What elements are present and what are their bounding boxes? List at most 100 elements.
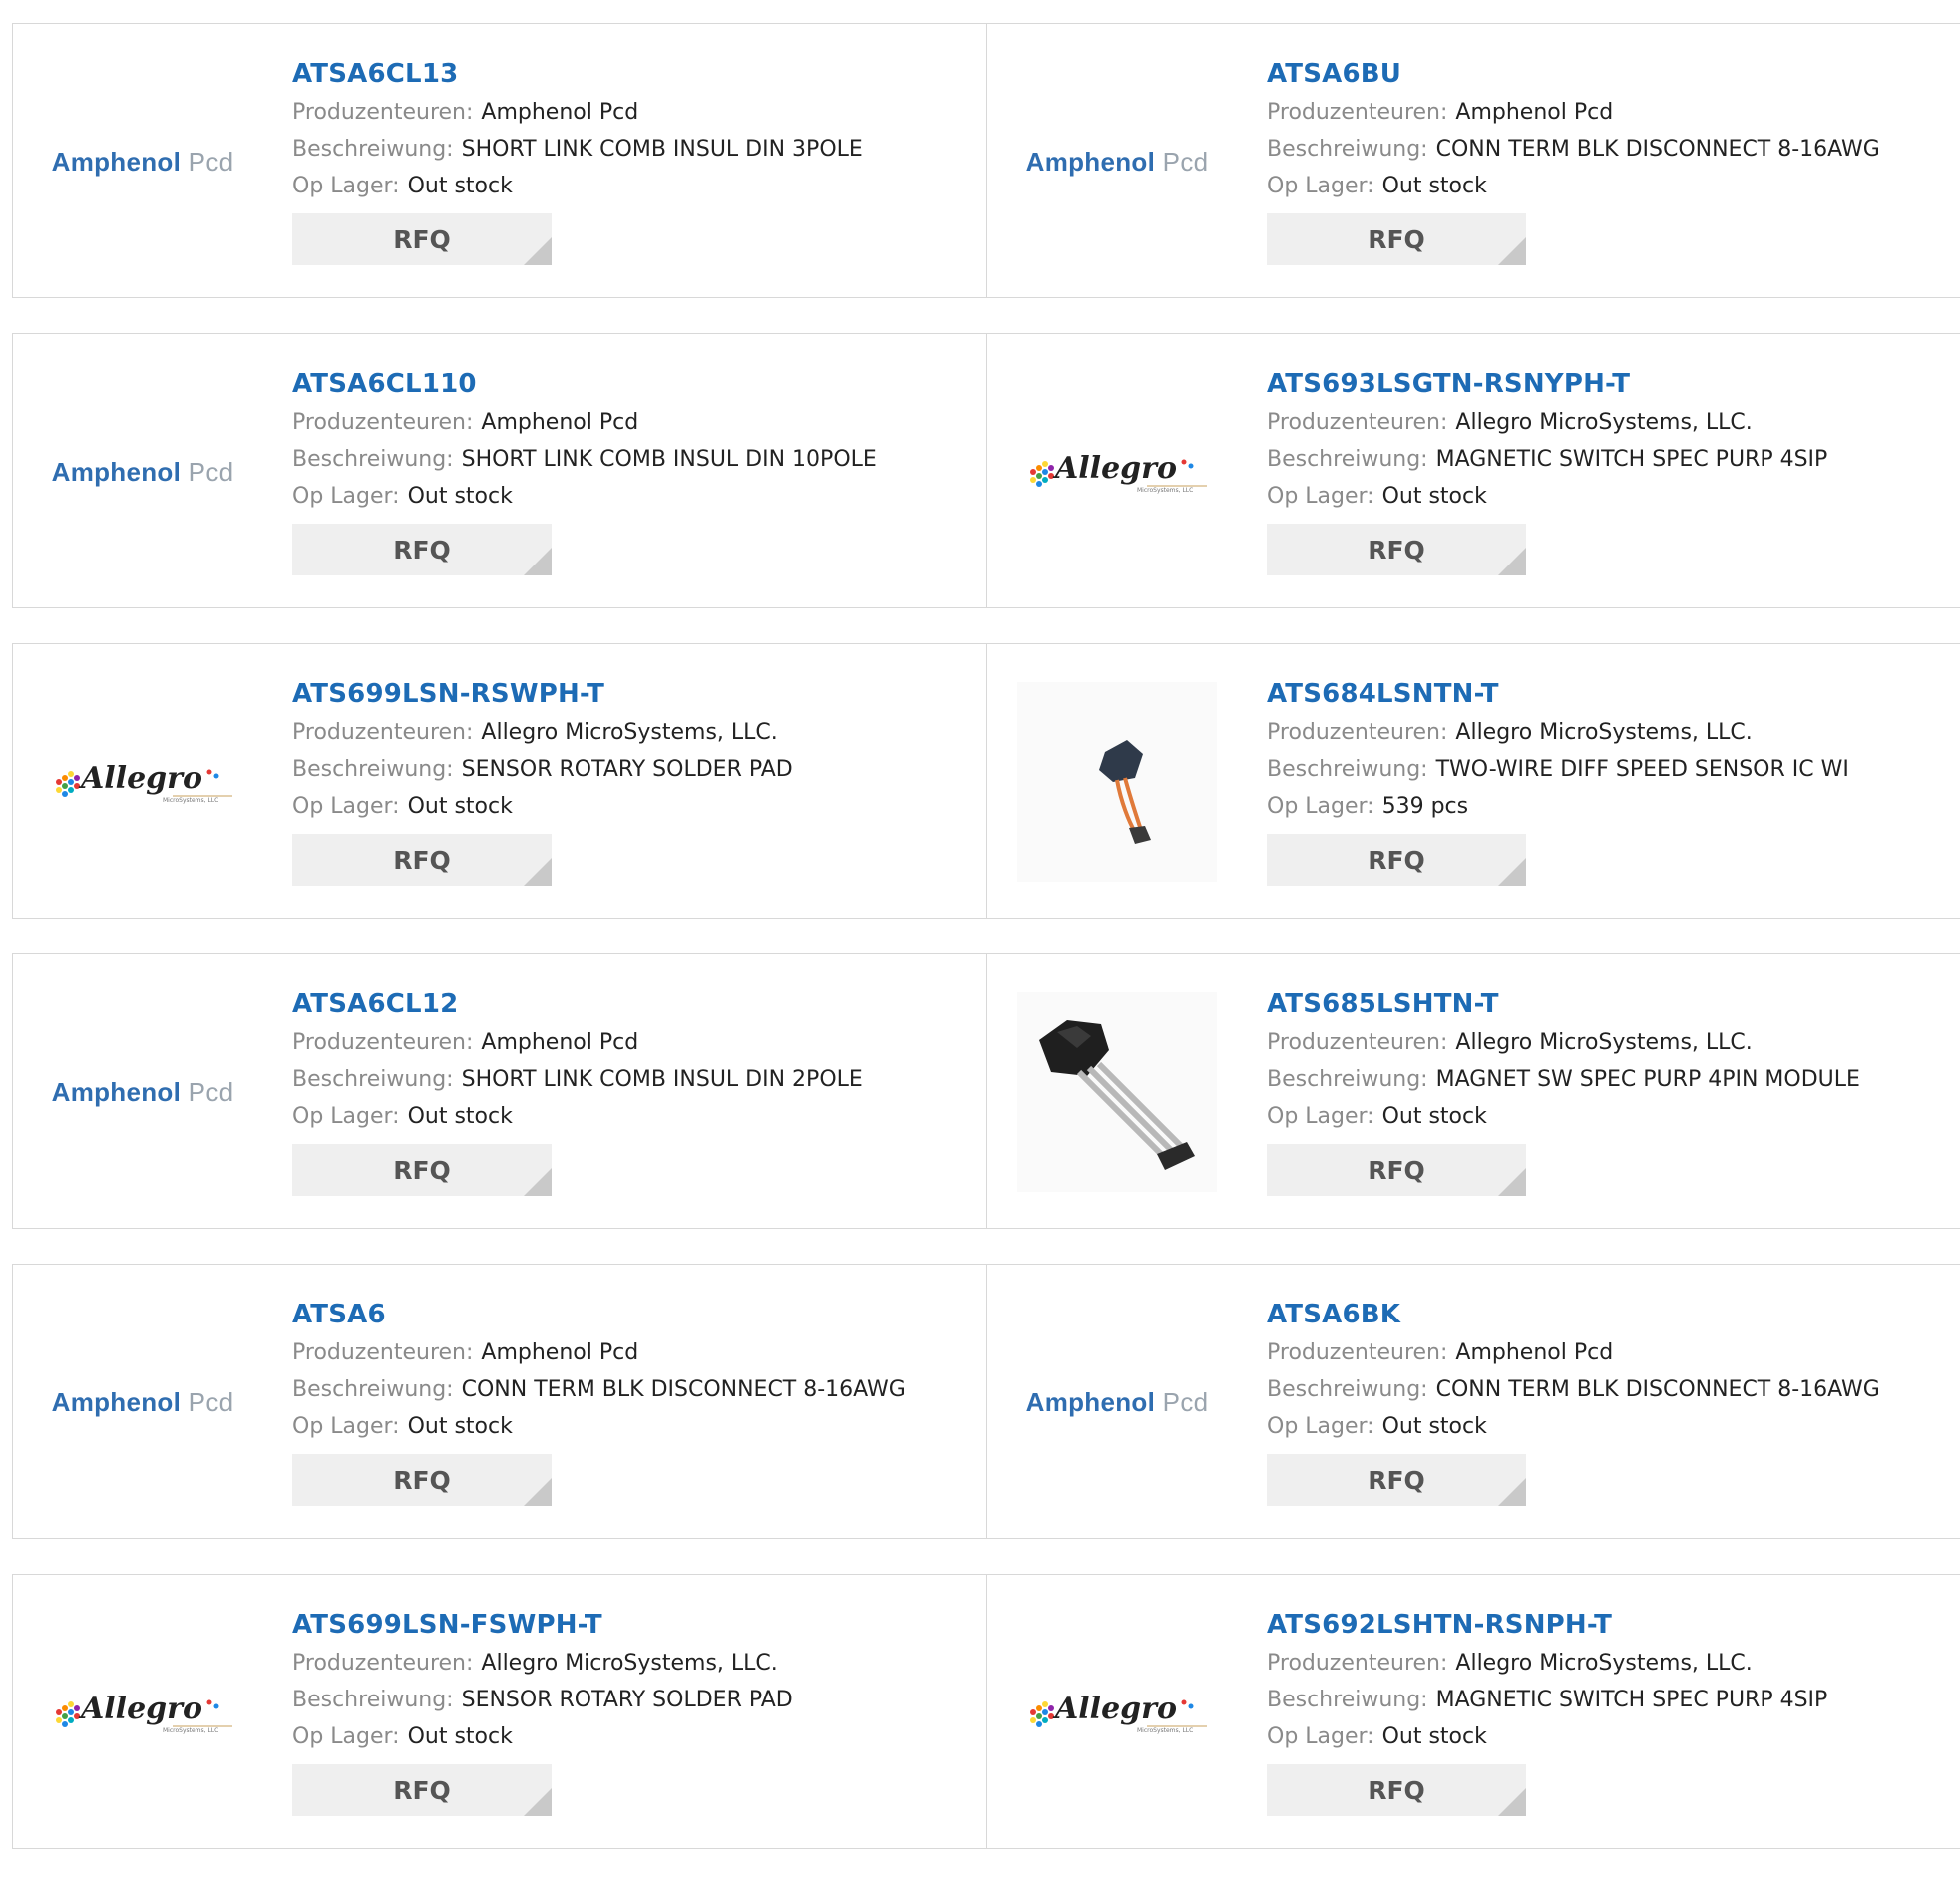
allegro-logo[interactable]: Allegro MicroSystems, LLC	[1017, 384, 1217, 560]
description-label: Beschreiwung:	[292, 1067, 454, 1092]
description-label: Beschreiwung:	[292, 1377, 454, 1402]
product-row: Allegro MicroSystems, LLC ATS699LSN-FSWP…	[12, 1574, 1960, 1849]
manufacturer-value: Allegro MicroSystems, LLC.	[481, 720, 778, 745]
description-value: SHORT LINK COMB INSUL DIN 3POLE	[461, 137, 863, 162]
description-label: Beschreiwung:	[292, 1688, 454, 1712]
product-card: Allegro MicroSystems, LLC ATS692LSHTN-RS…	[986, 1575, 1960, 1848]
product-card: Allegro MicroSystems, LLC ATS699LSN-FSWP…	[13, 1575, 986, 1848]
stock-label: Op Lager:	[1267, 484, 1374, 509]
manufacturer-value: Allegro MicroSystems, LLC.	[1455, 410, 1753, 435]
allegro-logo[interactable]: Allegro MicroSystems, LLC	[43, 1625, 242, 1800]
part-number-link[interactable]: ATS699LSN-RSWPH-T	[292, 674, 971, 714]
rfq-button[interactable]: RFQ	[1267, 1764, 1526, 1816]
part-number-link[interactable]: ATS685LSHTN-T	[1267, 984, 1945, 1024]
manufacturer-value: Amphenol Pcd	[481, 1030, 639, 1055]
product-image[interactable]	[1017, 682, 1217, 882]
description-value: SENSOR ROTARY SOLDER PAD	[461, 1688, 793, 1712]
stock-label: Op Lager:	[292, 174, 400, 198]
description-value: CONN TERM BLK DISCONNECT 8-16AWG	[1435, 1377, 1880, 1402]
manufacturer-value: Allegro MicroSystems, LLC.	[481, 1651, 778, 1676]
allegro-logo[interactable]: Allegro MicroSystems, LLC	[43, 694, 242, 870]
part-number-link[interactable]: ATSA6	[292, 1295, 971, 1334]
svg-text:Allegro: Allegro	[78, 1692, 202, 1726]
allegro-logo[interactable]: Allegro MicroSystems, LLC	[1017, 1625, 1217, 1800]
rfq-button[interactable]: RFQ	[292, 1144, 552, 1196]
amphenol-logo[interactable]: Amphenol Pcd	[43, 1315, 242, 1490]
manufacturer-label: Produzenteuren:	[292, 1030, 474, 1055]
manufacturer-label: Produzenteuren:	[1267, 1340, 1448, 1365]
manufacturer-value: Amphenol Pcd	[1455, 1340, 1614, 1365]
product-grid: Amphenol Pcd ATSA6CL13 Produzenteuren: Am…	[12, 23, 1960, 1884]
stock-label: Op Lager:	[292, 794, 400, 819]
product-card: Amphenol Pcd ATSA6CL12 Produzenteuren: Am…	[13, 954, 986, 1228]
manufacturer-value: Amphenol Pcd	[481, 100, 639, 125]
product-card: ATS684LSNTN-T Produzenteuren: Allegro Mic…	[986, 644, 1960, 918]
stock-label: Op Lager:	[1267, 1724, 1374, 1749]
stock-label: Op Lager:	[1267, 174, 1374, 198]
part-number-link[interactable]: ATSA6CL13	[292, 54, 971, 94]
description-label: Beschreiwung:	[292, 137, 454, 162]
part-number-link[interactable]: ATS699LSN-FSWPH-T	[292, 1605, 971, 1645]
product-card: Amphenol Pcd ATSA6BU Produzenteuren: Amph…	[986, 24, 1960, 297]
product-card: Amphenol Pcd ATSA6BK Produzenteuren: Amph…	[986, 1265, 1960, 1538]
amphenol-logo[interactable]: Amphenol Pcd	[43, 1004, 242, 1180]
stock-label: Op Lager:	[292, 1104, 400, 1129]
stock-value: Out stock	[1381, 1104, 1487, 1129]
description-label: Beschreiwung:	[1267, 447, 1428, 472]
stock-value: 539 pcs	[1381, 794, 1469, 819]
manufacturer-label: Produzenteuren:	[1267, 410, 1448, 435]
stock-value: Out stock	[1381, 484, 1487, 509]
rfq-button[interactable]: RFQ	[1267, 834, 1526, 886]
description-value: SHORT LINK COMB INSUL DIN 10POLE	[461, 447, 877, 472]
manufacturer-value: Amphenol Pcd	[481, 1340, 639, 1365]
stock-label: Op Lager:	[292, 1414, 400, 1439]
stock-value: Out stock	[1381, 1724, 1487, 1749]
part-number-link[interactable]: ATSA6CL110	[292, 364, 971, 404]
part-number-link[interactable]: ATSA6BK	[1267, 1295, 1945, 1334]
product-row: Amphenol Pcd ATSA6CL110 Produzenteuren: A…	[12, 333, 1960, 608]
stock-value: Out stock	[1381, 1414, 1487, 1439]
stock-value: Out stock	[407, 1414, 513, 1439]
sensor-small-icon	[1017, 682, 1217, 882]
amphenol-logo[interactable]: Amphenol Pcd	[43, 74, 242, 249]
part-number-link[interactable]: ATSA6CL12	[292, 984, 971, 1024]
manufacturer-value: Allegro MicroSystems, LLC.	[1455, 1651, 1753, 1676]
description-label: Beschreiwung:	[1267, 757, 1428, 782]
rfq-button[interactable]: RFQ	[1267, 1144, 1526, 1196]
part-number-link[interactable]: ATSA6BU	[1267, 54, 1945, 94]
rfq-button[interactable]: RFQ	[1267, 524, 1526, 575]
amphenol-logo[interactable]: Amphenol Pcd	[1017, 74, 1217, 249]
product-card: Allegro MicroSystems, LLC ATS699LSN-RSWP…	[13, 644, 986, 918]
manufacturer-value: Allegro MicroSystems, LLC.	[1455, 720, 1753, 745]
rfq-button[interactable]: RFQ	[1267, 213, 1526, 265]
part-number-link[interactable]: ATS684LSNTN-T	[1267, 674, 1945, 714]
amphenol-logo[interactable]: Amphenol Pcd	[43, 384, 242, 560]
svg-text:Allegro: Allegro	[1052, 451, 1177, 486]
stock-value: Out stock	[407, 484, 513, 509]
rfq-button[interactable]: RFQ	[292, 1454, 552, 1506]
stock-label: Op Lager:	[1267, 1414, 1374, 1439]
rfq-button[interactable]: RFQ	[292, 834, 552, 886]
description-label: Beschreiwung:	[1267, 1688, 1428, 1712]
amphenol-logo[interactable]: Amphenol Pcd	[1017, 1315, 1217, 1490]
product-row: Amphenol Pcd ATSA6CL12 Produzenteuren: Am…	[12, 953, 1960, 1229]
rfq-button[interactable]: RFQ	[1267, 1454, 1526, 1506]
description-value: SENSOR ROTARY SOLDER PAD	[461, 757, 793, 782]
svg-text:MicroSystems, LLC: MicroSystems, LLC	[163, 1727, 218, 1734]
product-card: Allegro MicroSystems, LLC ATS693LSGTN-RS…	[986, 334, 1960, 607]
rfq-button[interactable]: RFQ	[292, 1764, 552, 1816]
description-label: Beschreiwung:	[292, 447, 454, 472]
stock-value: Out stock	[1381, 174, 1487, 198]
rfq-button[interactable]: RFQ	[292, 524, 552, 575]
stock-value: Out stock	[407, 1724, 513, 1749]
product-row: Amphenol Pcd ATSA6CL13 Produzenteuren: Am…	[12, 23, 1960, 298]
manufacturer-label: Produzenteuren:	[1267, 720, 1448, 745]
description-value: MAGNETIC SWITCH SPEC PURP 4SIP	[1435, 447, 1828, 472]
part-number-link[interactable]: ATS693LSGTN-RSNYPH-T	[1267, 364, 1945, 404]
product-row: Allegro MicroSystems, LLC ATS699LSN-RSWP…	[12, 643, 1960, 919]
svg-text:MicroSystems, LLC: MicroSystems, LLC	[1137, 487, 1193, 494]
rfq-button[interactable]: RFQ	[292, 213, 552, 265]
product-image[interactable]	[1017, 992, 1217, 1192]
description-label: Beschreiwung:	[1267, 137, 1428, 162]
part-number-link[interactable]: ATS692LSHTN-RSNPH-T	[1267, 1605, 1945, 1645]
